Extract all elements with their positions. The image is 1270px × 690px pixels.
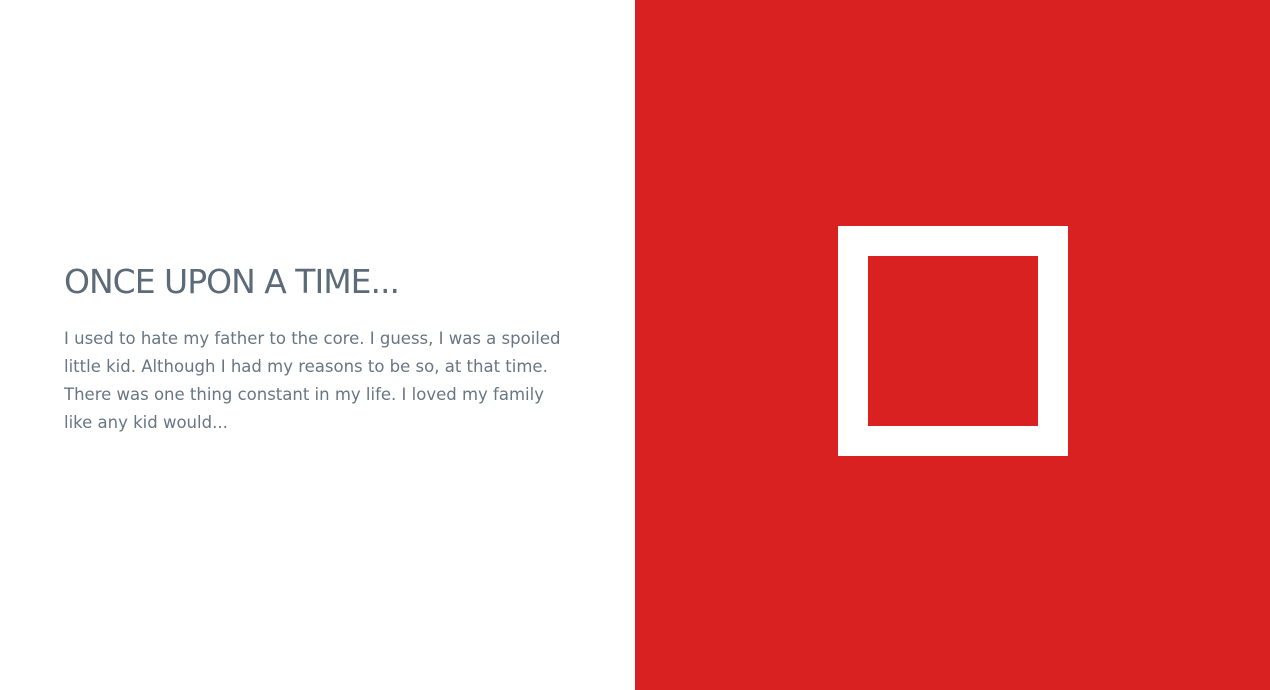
square-frame-graphic <box>838 226 1068 456</box>
page: ONCE UPON A TIME... I used to hate my fa… <box>0 0 1270 690</box>
image-panel <box>635 0 1270 690</box>
inner-square-graphic <box>868 256 1038 426</box>
story-body: I used to hate my father to the core. I … <box>64 329 561 432</box>
story-title: ONCE UPON A TIME... <box>64 262 400 301</box>
story-block: ONCE UPON A TIME... I used to hate my fa… <box>64 262 584 437</box>
story-panel: ONCE UPON A TIME... I used to hate my fa… <box>0 0 635 690</box>
